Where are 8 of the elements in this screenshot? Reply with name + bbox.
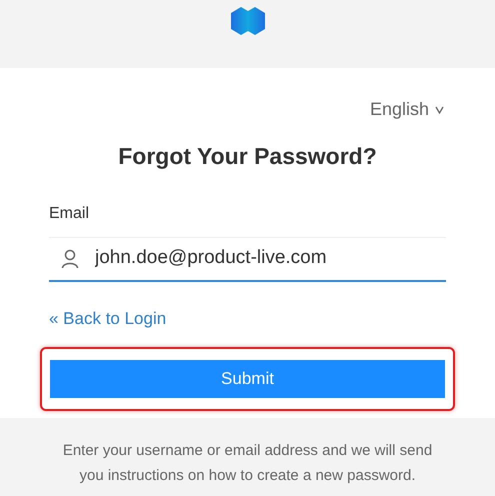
language-selector[interactable]: English	[370, 96, 429, 123]
page-title: Forgot Your Password?	[117, 142, 378, 171]
submit-button[interactable]: Submit	[50, 360, 445, 398]
instructions-text: Enter your username or email address and we will send you instructions on how to create a new password.	[62, 441, 434, 486]
chevron-down-icon[interactable]	[435, 106, 444, 114]
user-icon	[61, 248, 79, 268]
back-to-login-link[interactable]: « Back to Login	[49, 306, 166, 331]
email-label: Email	[49, 204, 90, 224]
